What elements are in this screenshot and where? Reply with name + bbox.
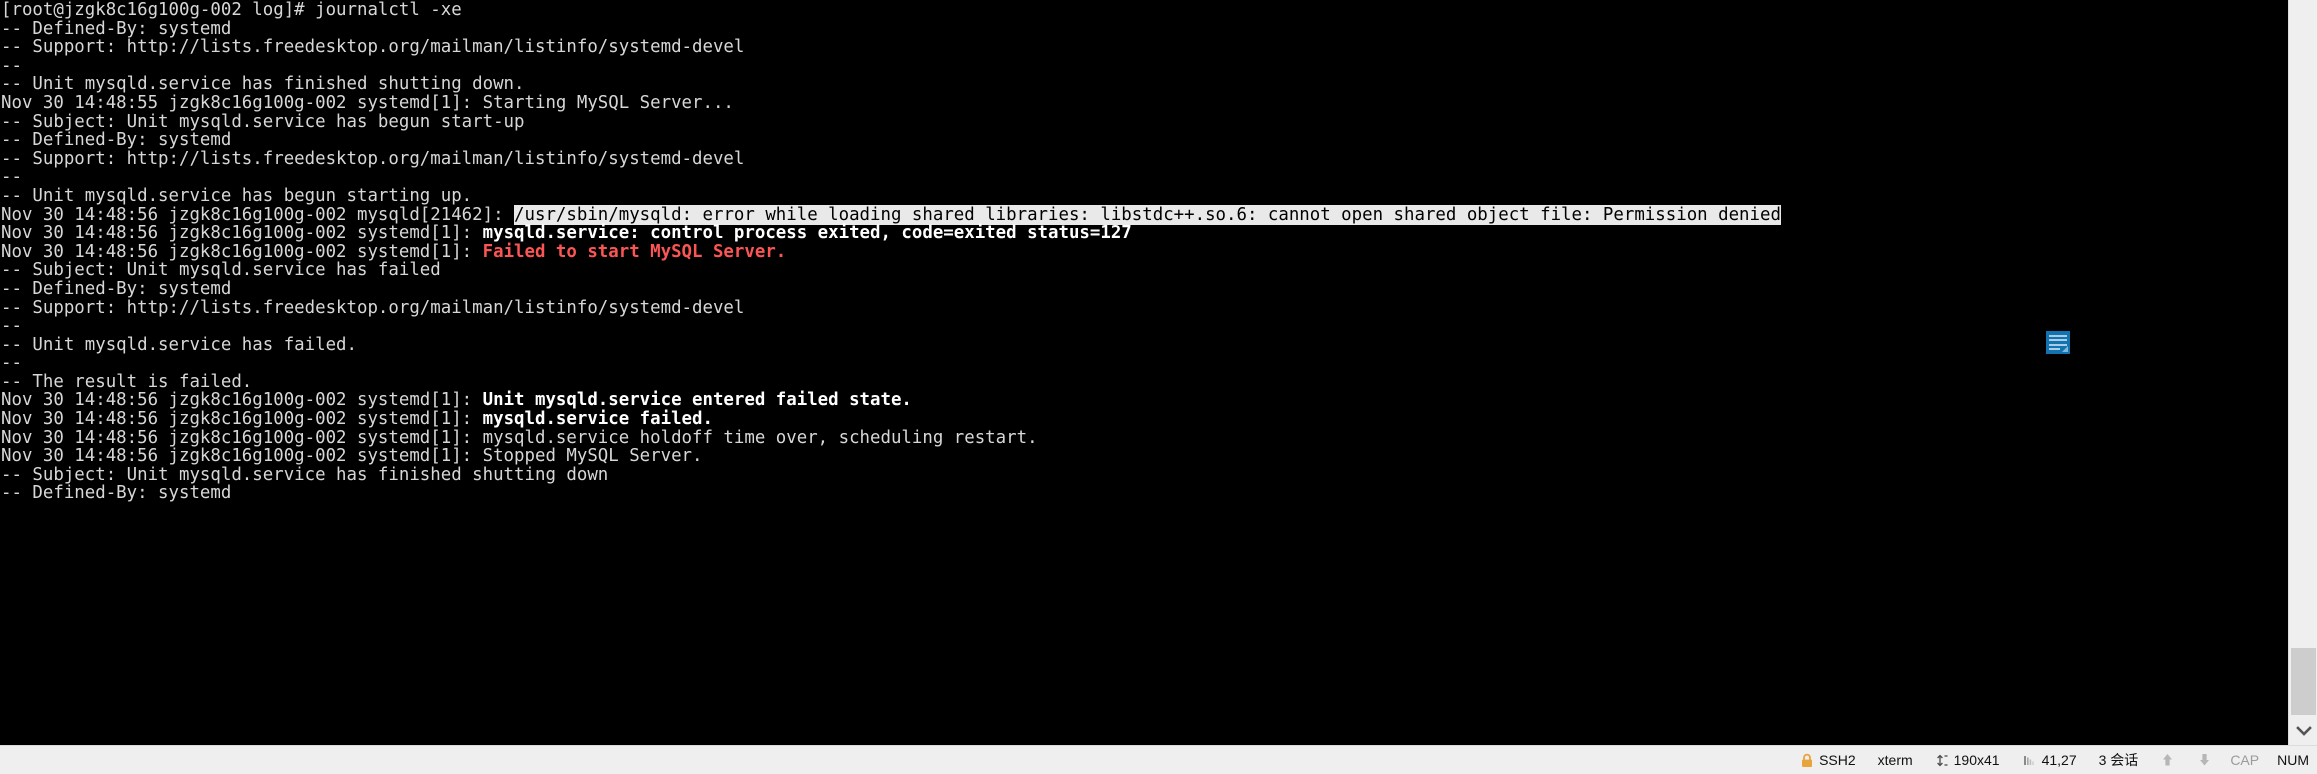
terminal-line: Nov 30 14:48:56 jzgk8c16g100g-002 system…	[0, 241, 2288, 262]
status-bar: SSH2 xterm 190x41 41,27 3 会话 CAP NUM	[0, 745, 2317, 774]
terminal-line: -- Defined-By: systemd	[0, 18, 2288, 39]
terminal-line: Nov 30 14:48:56 jzgk8c16g100g-002 system…	[0, 427, 2288, 448]
terminal-line: Nov 30 14:48:56 jzgk8c16g100g-002 system…	[0, 447, 2288, 466]
text-segment: --	[1, 55, 22, 76]
status-protocol[interactable]: SSH2	[1800, 753, 1856, 768]
status-emulation[interactable]: xterm	[1878, 753, 1913, 767]
terminal-line: -- Support: http://lists.freedesktop.org…	[0, 297, 2288, 318]
status-num-lock-label: NUM	[2277, 752, 2309, 768]
terminal-line: --	[0, 55, 2288, 76]
text-segment: -- Unit mysqld.service has finished shut…	[1, 74, 525, 95]
lock-icon	[1800, 753, 1814, 768]
terminal-line: -- Subject: Unit mysqld.service has fail…	[0, 261, 2288, 280]
text-segment: Nov 30 14:48:56 jzgk8c16g100g-002 mysqld…	[1, 204, 515, 225]
terminal-line: -- Unit mysqld.service has begun startin…	[0, 187, 2288, 206]
terminal-output-area[interactable]: [root@jzgk8c16g100g-002 log]# journalctl…	[0, 0, 2288, 745]
terminal-line: --	[0, 354, 2288, 373]
text-segment: Failed to start MySQL Server.	[482, 241, 787, 262]
status-session-count-label: 3 会话	[2098, 752, 2139, 768]
status-cursor-position-label: 41,27	[2041, 752, 2077, 768]
text-segment: -- Defined-By: systemd	[1, 130, 232, 151]
status-cursor-position: 41,27	[2022, 753, 2077, 768]
status-caps-lock: CAP	[2230, 753, 2259, 767]
text-segment: -- Unit mysqld.service has begun startin…	[1, 185, 473, 206]
text-segment: Nov 30 14:48:56 jzgk8c16g100g-002 system…	[1, 446, 703, 467]
terminal-line: Nov 30 14:48:56 jzgk8c16g100g-002 system…	[0, 224, 2288, 243]
selected-text-segment: /usr/sbin/mysqld: error while loading sh…	[514, 204, 1781, 225]
text-segment: Nov 30 14:48:56 jzgk8c16g100g-002 system…	[1, 241, 483, 262]
terminal-line: Nov 30 14:48:55 jzgk8c16g100g-002 system…	[0, 94, 2288, 113]
text-segment: -- Unit mysqld.service has failed.	[1, 334, 357, 355]
text-segment: -- Support: http://lists.freedesktop.org…	[1, 37, 745, 58]
vertical-scrollbar[interactable]	[2288, 0, 2317, 745]
terminal-line: -- Unit mysqld.service has failed.	[0, 334, 2288, 355]
text-segment: -- Subject: Unit mysqld.service has fail…	[1, 260, 441, 281]
status-terminal-size: 190x41	[1935, 753, 2000, 768]
text-segment: Nov 30 14:48:56 jzgk8c16g100g-002 system…	[1, 409, 483, 430]
text-segment: [root@jzgk8c16g100g-002 log]# journalctl…	[1, 0, 462, 20]
terminal-line: -- Support: http://lists.freedesktop.org…	[0, 38, 2288, 57]
text-segment: -- The result is failed.	[1, 371, 253, 392]
status-caps-lock-label: CAP	[2230, 752, 2260, 768]
cursor-position-icon	[2022, 753, 2037, 768]
status-emulation-label: xterm	[1877, 752, 1913, 768]
arrow-down-icon	[2197, 752, 2212, 768]
paste-lines-icon[interactable]	[2046, 331, 2070, 354]
chevron-down-icon	[2295, 725, 2312, 736]
text-segment: Nov 30 14:48:56 jzgk8c16g100g-002 system…	[1, 427, 1038, 448]
terminal-line: [root@jzgk8c16g100g-002 log]# journalctl…	[0, 1, 2288, 20]
text-segment: -- Subject: Unit mysqld.service has begu…	[1, 111, 525, 132]
text-segment: mysqld.service failed.	[482, 409, 713, 430]
terminal-line: Nov 30 14:48:56 jzgk8c16g100g-002 system…	[0, 410, 2288, 429]
terminal-line: -- Unit mysqld.service has finished shut…	[0, 75, 2288, 94]
status-terminal-size-label: 190x41	[1953, 752, 2000, 768]
terminal-line: -- The result is failed.	[0, 373, 2288, 392]
text-segment: -- Support: http://lists.freedesktop.org…	[1, 297, 745, 318]
terminal-line-list: [root@jzgk8c16g100g-002 log]# journalctl…	[0, 1, 2288, 503]
text-segment: -- Defined-By: systemd	[1, 483, 232, 504]
text-segment: Nov 30 14:48:55 jzgk8c16g100g-002 system…	[1, 92, 734, 113]
terminal-line: -- Support: http://lists.freedesktop.org…	[0, 148, 2288, 169]
text-segment: --	[1, 353, 22, 374]
terminal-line: --	[0, 168, 2288, 187]
scrollbar-down-button[interactable]	[2289, 716, 2317, 745]
text-segment: Nov 30 14:48:56 jzgk8c16g100g-002 system…	[1, 390, 483, 411]
terminal-line: Nov 30 14:48:56 jzgk8c16g100g-002 system…	[0, 391, 2288, 410]
text-segment: --	[1, 316, 22, 337]
text-segment: Unit mysqld.service entered failed state…	[482, 390, 912, 411]
text-segment: --	[1, 167, 22, 188]
status-num-lock: NUM	[2277, 753, 2309, 767]
arrow-up-icon	[2160, 752, 2175, 768]
terminal-window: [root@jzgk8c16g100g-002 log]# journalctl…	[0, 0, 2317, 774]
terminal-line: -- Subject: Unit mysqld.service has fini…	[0, 466, 2288, 485]
text-segment: mysqld.service: control process exited, …	[482, 223, 1132, 244]
status-session-count[interactable]: 3 会话	[2099, 753, 2139, 767]
resize-icon	[1935, 753, 1949, 768]
status-protocol-label: SSH2	[1819, 752, 1856, 768]
terminal-line: --	[0, 317, 2288, 336]
terminal-line: Nov 30 14:48:56 jzgk8c16g100g-002 mysqld…	[0, 204, 2288, 225]
text-segment: -- Subject: Unit mysqld.service has fini…	[1, 464, 609, 485]
terminal-line: -- Subject: Unit mysqld.service has begu…	[0, 111, 2288, 132]
terminal-line: -- Defined-By: systemd	[0, 131, 2288, 150]
text-segment: -- Support: http://lists.freedesktop.org…	[1, 148, 745, 169]
scrollbar-thumb[interactable]	[2291, 648, 2316, 715]
text-segment: -- Defined-By: systemd	[1, 278, 232, 299]
terminal-line: -- Defined-By: systemd	[0, 280, 2288, 299]
status-transfer-indicators	[2160, 752, 2212, 768]
text-segment: Nov 30 14:48:56 jzgk8c16g100g-002 system…	[1, 223, 483, 244]
terminal-line: -- Defined-By: systemd	[0, 484, 2288, 503]
text-segment: -- Defined-By: systemd	[1, 18, 232, 39]
